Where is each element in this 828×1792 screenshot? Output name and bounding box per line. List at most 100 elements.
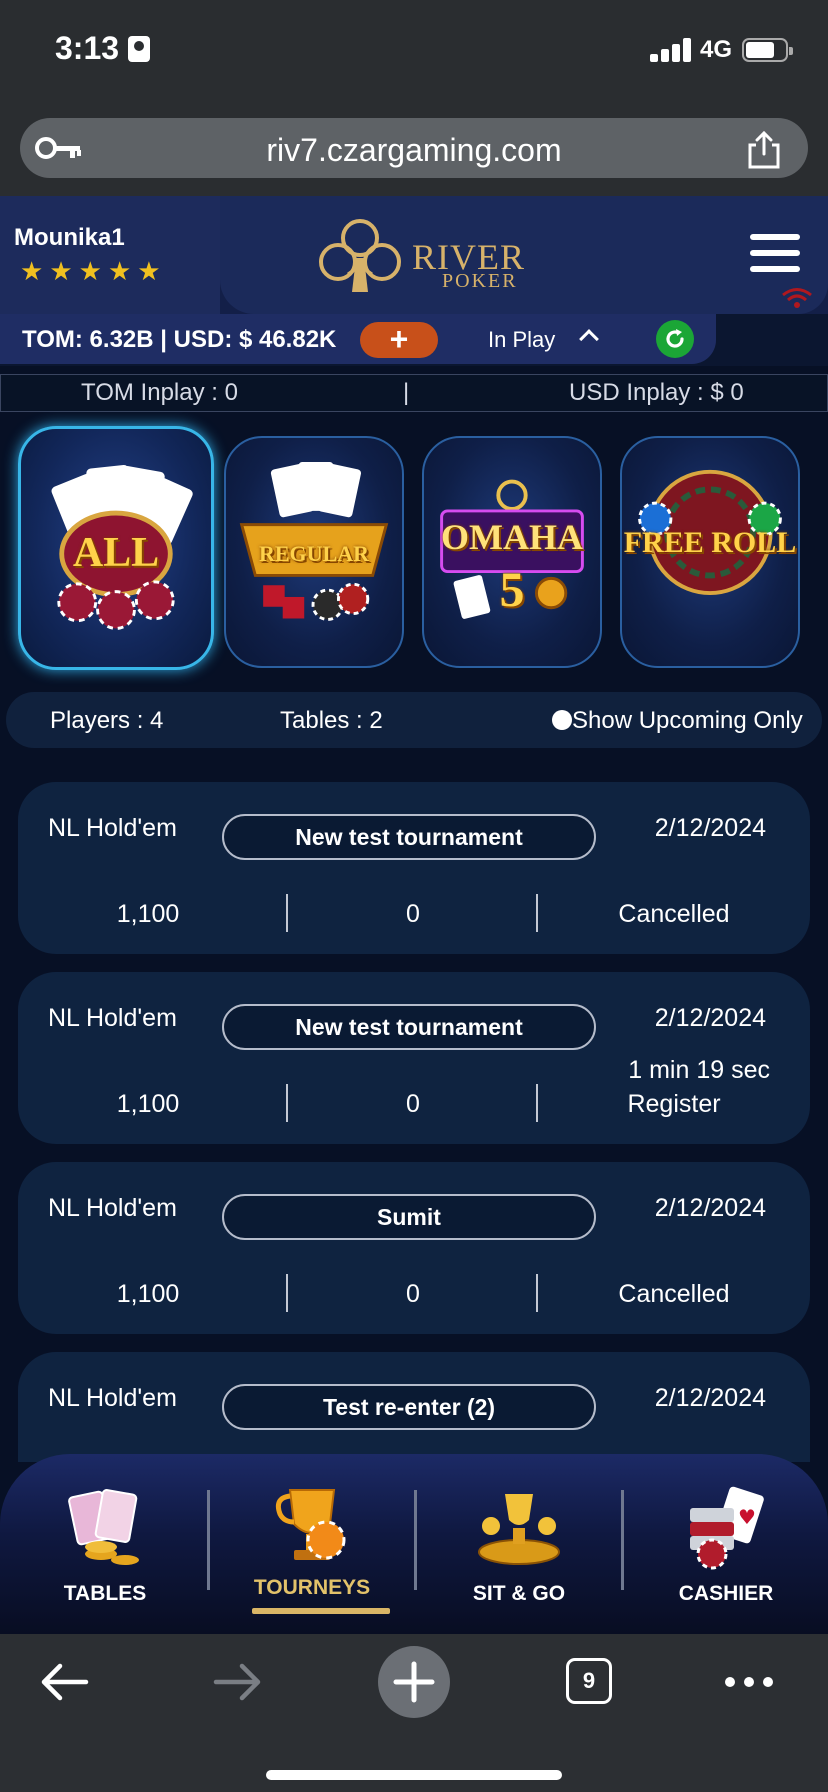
chevron-up-icon[interactable] bbox=[579, 329, 599, 349]
inplay-summary: TOM Inplay : 0 | USD Inplay : $ 0 bbox=[0, 374, 828, 412]
star-icon: ★ bbox=[20, 256, 44, 286]
balance-text: TOM: 6.32B | USD: $ 46.82K bbox=[22, 326, 337, 353]
status-bar: 3:13 4G bbox=[0, 0, 828, 100]
column-divider bbox=[286, 1274, 288, 1312]
tournament-list: NL Hold'em New test tournament 2/12/2024… bbox=[18, 782, 810, 1462]
tournament-name-button[interactable]: New test tournament bbox=[222, 814, 596, 860]
back-arrow-icon[interactable] bbox=[38, 1662, 90, 1702]
category-label: OMAHA bbox=[441, 517, 583, 557]
club-logo-icon bbox=[319, 219, 401, 292]
tournament-card[interactable]: NL Hold'em New test tournament 2/12/2024… bbox=[18, 972, 810, 1144]
registered-players: 0 bbox=[406, 1090, 420, 1118]
category-omaha[interactable]: OMAHA 5 bbox=[422, 436, 602, 668]
nav-label: TABLES bbox=[63, 1582, 147, 1605]
star-icon: ★ bbox=[137, 256, 161, 286]
hamburger-menu-icon[interactable] bbox=[750, 234, 800, 274]
tournament-status: Cancelled bbox=[618, 1280, 730, 1308]
tournament-name-button[interactable]: New test tournament bbox=[222, 1004, 596, 1050]
nav-divider bbox=[414, 1490, 417, 1590]
category-all[interactable]: ALL bbox=[18, 426, 214, 670]
svg-text:♥: ♥ bbox=[738, 1505, 756, 1529]
inplay-separator: | bbox=[403, 379, 410, 406]
bottom-nav: TABLES TOURNEYS SIT & GO ♥ CASHIER bbox=[0, 1454, 828, 1634]
tournament-date: 2/12/2024 bbox=[654, 1004, 766, 1032]
nav-sit-and-go[interactable]: SIT & GO bbox=[419, 1454, 619, 1634]
active-tab-indicator bbox=[252, 1608, 390, 1614]
game-type: NL Hold'em bbox=[48, 1004, 177, 1032]
registered-players: 0 bbox=[406, 900, 420, 928]
tournament-date: 2/12/2024 bbox=[654, 1384, 766, 1412]
game-type: NL Hold'em bbox=[48, 814, 177, 842]
category-label: FREE ROLL bbox=[623, 526, 797, 559]
nav-tables[interactable]: TABLES bbox=[5, 1454, 205, 1634]
tabs-button[interactable]: 9 bbox=[566, 1658, 612, 1704]
registered-players: 0 bbox=[406, 1280, 420, 1308]
cards-coins-icon bbox=[68, 1489, 139, 1565]
new-tab-button[interactable] bbox=[378, 1646, 450, 1718]
column-divider bbox=[286, 894, 288, 932]
home-indicator bbox=[266, 1770, 562, 1780]
sit-and-go-trophy-icon bbox=[478, 1494, 560, 1565]
more-options-icon[interactable] bbox=[724, 1676, 774, 1688]
user-panel[interactable]: Mounika1 ★ ★ ★ ★ ★ bbox=[0, 196, 220, 316]
add-funds-button[interactable]: + bbox=[360, 322, 438, 358]
tournament-card[interactable]: NL Hold'em New test tournament 2/12/2024… bbox=[18, 782, 810, 954]
game-type: NL Hold'em bbox=[48, 1194, 177, 1222]
tournament-name-button[interactable]: Test re-enter (2) bbox=[222, 1384, 596, 1430]
refresh-button[interactable] bbox=[656, 320, 694, 358]
buy-in: 1,100 bbox=[116, 1280, 180, 1308]
tournament-countdown: 1 min 19 sec bbox=[628, 1056, 770, 1084]
column-divider bbox=[536, 1084, 538, 1122]
nav-label: CASHIER bbox=[678, 1582, 774, 1605]
refresh-icon bbox=[666, 329, 684, 348]
column-divider bbox=[536, 1274, 538, 1312]
nav-label: TOURNEYS bbox=[253, 1576, 371, 1599]
tournament-date: 2/12/2024 bbox=[654, 814, 766, 842]
players-count: Players : 4 bbox=[50, 707, 164, 734]
browser-toolbar: 9 bbox=[0, 1634, 828, 1792]
star-icon: ★ bbox=[49, 256, 73, 286]
tables-count: Tables : 2 bbox=[280, 707, 383, 734]
category-label: ALL bbox=[72, 530, 160, 576]
category-regular[interactable]: REGULAR bbox=[224, 436, 404, 668]
nav-divider bbox=[207, 1490, 210, 1590]
nav-tourneys[interactable]: TOURNEYS bbox=[212, 1454, 412, 1634]
register-button[interactable]: Register bbox=[558, 1090, 790, 1119]
app-header: Mounika1 ★ ★ ★ ★ ★ RIVER POKER TOM: 6.32… bbox=[0, 196, 828, 366]
forward-arrow-icon[interactable] bbox=[212, 1662, 264, 1702]
usd-inplay: USD Inplay : $ 0 bbox=[569, 379, 744, 406]
star-icon: ★ bbox=[107, 256, 132, 286]
star-icon: ★ bbox=[78, 256, 102, 286]
tournament-name-button[interactable]: Sumit bbox=[222, 1194, 596, 1240]
cashier-chips-icon: ♥ bbox=[690, 1486, 764, 1570]
buy-in: 1,100 bbox=[116, 900, 180, 928]
game-type: NL Hold'em bbox=[48, 1384, 177, 1412]
nav-cashier[interactable]: ♥ CASHIER bbox=[626, 1454, 826, 1634]
in-play-toggle[interactable]: In Play bbox=[488, 327, 555, 353]
filter-bar: Players : 4 Tables : 2 Show Upcoming Onl… bbox=[6, 692, 822, 748]
network-type: 4G bbox=[700, 36, 733, 63]
share-icon[interactable] bbox=[746, 130, 782, 170]
cellular-signal-icon bbox=[650, 38, 692, 62]
category-sublabel: 5 bbox=[499, 561, 525, 617]
tournament-card[interactable]: NL Hold'em Test re-enter (2) 2/12/2024 bbox=[18, 1352, 810, 1462]
nav-label: SIT & GO bbox=[472, 1582, 566, 1605]
nav-divider bbox=[621, 1490, 624, 1590]
column-divider bbox=[536, 894, 538, 932]
tournament-card[interactable]: NL Hold'em Sumit 2/12/2024 1,100 0 Cance… bbox=[18, 1162, 810, 1334]
category-tabs: ALL REGULAR OMAHA 5 FREE ROLL bbox=[0, 424, 828, 674]
buy-in: 1,100 bbox=[116, 1090, 180, 1118]
connection-signal-icon bbox=[782, 288, 812, 308]
battery-icon bbox=[742, 38, 793, 62]
logo-subtext: POKER bbox=[442, 270, 518, 292]
url-text[interactable]: riv7.czargaming.com bbox=[20, 132, 808, 169]
browser-top-bar: riv7.czargaming.com bbox=[0, 100, 828, 196]
column-divider bbox=[286, 1084, 288, 1122]
upcoming-radio-icon[interactable] bbox=[552, 710, 572, 730]
upcoming-toggle-label[interactable]: Show Upcoming Only bbox=[572, 707, 803, 735]
category-freeroll[interactable]: FREE ROLL bbox=[620, 436, 800, 668]
address-bar[interactable]: riv7.czargaming.com bbox=[20, 118, 808, 178]
balance-bar: TOM: 6.32B | USD: $ 46.82K + In Play bbox=[0, 314, 716, 364]
trophy-icon bbox=[275, 1489, 346, 1560]
tournament-status: Cancelled bbox=[618, 900, 730, 928]
